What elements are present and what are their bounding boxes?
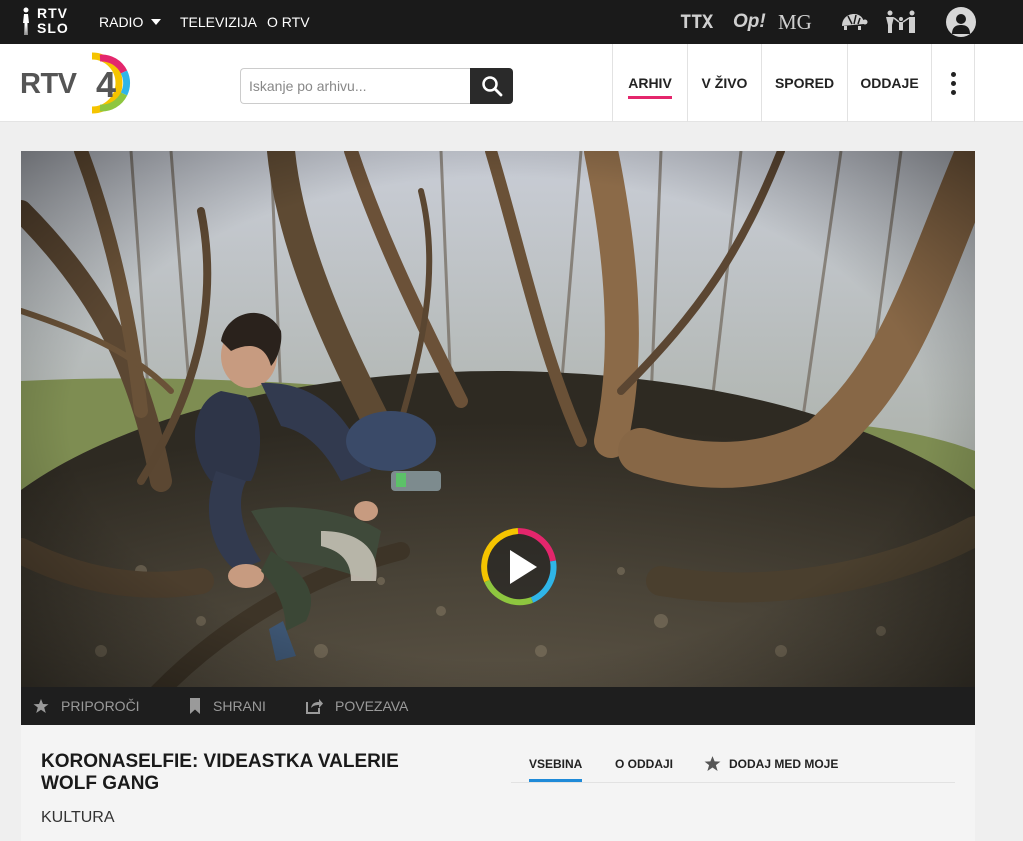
rtvslo-logo-line1: RTV	[37, 5, 68, 21]
rtv4-logo[interactable]: RTV 4	[20, 52, 140, 114]
show-info-panel: KORONASELFIE: VIDEASTKA VALERIE WOLF GAN…	[21, 725, 975, 841]
more-vertical-icon	[950, 71, 956, 95]
topnav-televizija[interactable]: TELEVIZIJA	[180, 0, 257, 44]
show-title: KORONASELFIE: VIDEASTKA VALERIE WOLF GAN…	[41, 751, 399, 794]
rtv4-logo-mark: 4	[91, 52, 131, 114]
family-icon[interactable]	[884, 0, 918, 44]
nav-oddaje[interactable]: ODDAJE	[847, 44, 931, 122]
bookmark-icon	[190, 698, 200, 714]
mg-link[interactable]: MG	[778, 0, 812, 44]
recommend-label: PRIPOROČI	[61, 698, 140, 714]
nav-arhiv[interactable]: ARHIV	[612, 44, 687, 122]
video-actions-bar: PRIPOROČI SHRANI POVEZAVA	[21, 687, 975, 725]
rtv4-logo-number: 4	[96, 64, 116, 105]
topnav-ortv[interactable]: O RTV	[267, 0, 310, 44]
topnav-radio[interactable]: RADIO	[99, 0, 162, 44]
video-player[interactable]	[21, 151, 975, 687]
share-link-button[interactable]: POVEZAVA	[305, 687, 408, 725]
rtvslo-figure-icon	[23, 7, 29, 35]
show-tabs: VSEBINA O ODDAJI DODAJ MED MOJE	[511, 755, 955, 783]
rtvslo-logo-line2: SLO	[37, 20, 69, 36]
nav-v-zivo-label: V ŽIVO	[701, 75, 748, 91]
nav-spored-label: SPORED	[774, 75, 835, 91]
share-link-label: POVEZAVA	[335, 698, 409, 714]
save-button[interactable]: SHRANI	[189, 687, 266, 725]
top-bar: RTV SLO RADIO TELEVIZIJA O RTV TTX Op! M…	[0, 0, 1023, 44]
user-icon[interactable]	[946, 7, 976, 37]
rtv4-logo-text: RTV	[20, 68, 77, 100]
nav-oddaje-label: ODDAJE	[860, 75, 919, 91]
nav-v-zivo[interactable]: V ŽIVO	[687, 44, 761, 122]
share-icon	[306, 699, 323, 714]
star-icon	[33, 699, 49, 713]
search-icon	[481, 76, 502, 97]
nav-spored[interactable]: SPORED	[761, 44, 847, 122]
add-to-favorites-button[interactable]: DODAJ MED MOJE	[704, 755, 838, 772]
chevron-down-icon	[151, 19, 162, 25]
tab-vsebina-label: VSEBINA	[529, 757, 583, 771]
tab-o-oddaji[interactable]: O ODDAJI	[615, 757, 673, 771]
turtle-icon[interactable]	[838, 0, 868, 44]
op-link[interactable]: Op!	[733, 0, 766, 44]
archive-search	[240, 68, 513, 104]
save-label: SHRANI	[213, 698, 266, 714]
tab-vsebina[interactable]: VSEBINA	[529, 757, 583, 782]
play-button[interactable]	[477, 526, 559, 608]
nav-arhiv-label: ARHIV	[628, 75, 672, 99]
star-icon	[704, 756, 721, 771]
teletext-link[interactable]: TTX	[680, 0, 713, 44]
recommend-button[interactable]: PRIPOROČI	[33, 687, 140, 725]
topnav-radio-label: RADIO	[99, 14, 144, 30]
tab-o-oddaji-label: O ODDAJI	[615, 757, 674, 771]
more-menu-button[interactable]	[931, 44, 975, 122]
show-genre[interactable]: KULTURA	[41, 809, 115, 827]
search-input[interactable]	[240, 68, 472, 104]
search-button[interactable]	[470, 68, 513, 104]
add-to-favorites-label: DODAJ MED MOJE	[729, 756, 839, 771]
site-header: RTV 4 ARHIV V ŽIVO SPORED ODDAJE	[0, 44, 1023, 122]
rtvslo-logo[interactable]: RTV SLO	[20, 4, 80, 40]
play-icon	[481, 528, 557, 606]
